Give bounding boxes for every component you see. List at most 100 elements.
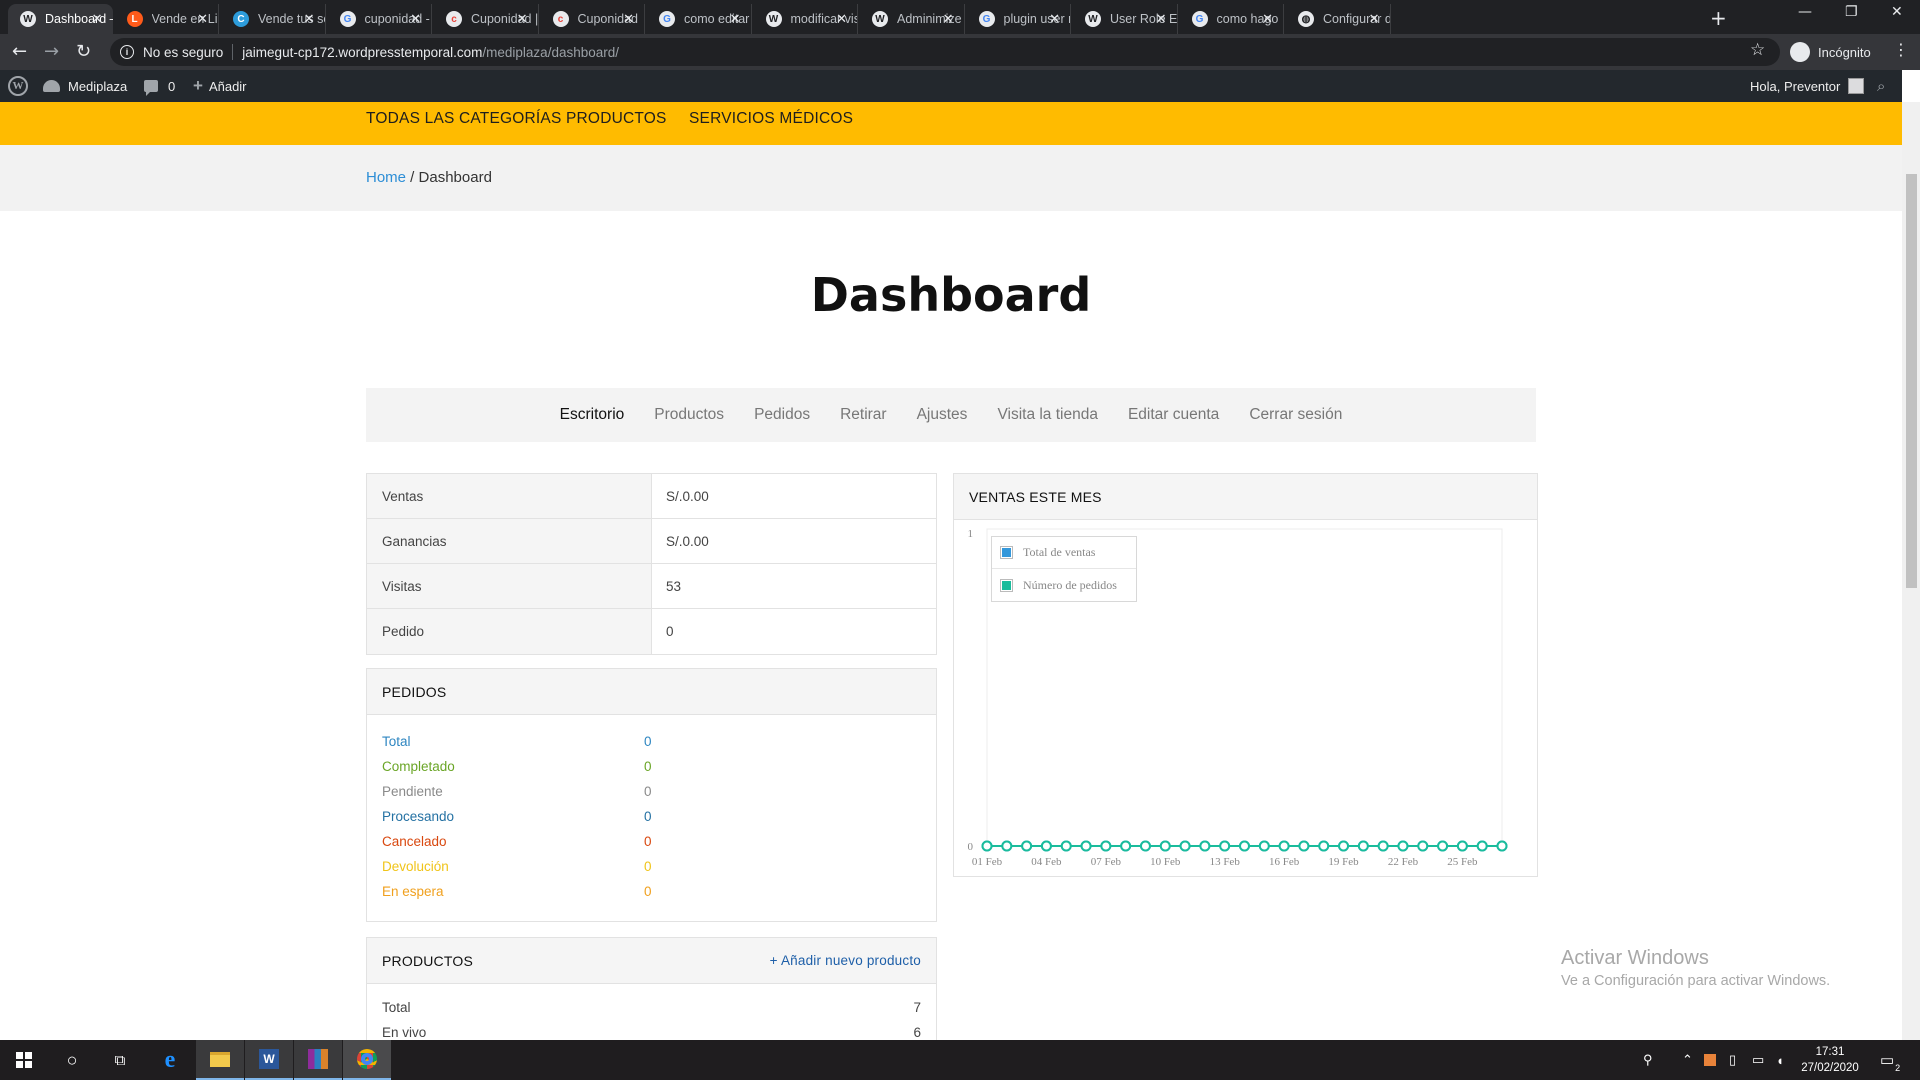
search-circle-icon[interactable]: ○	[48, 1040, 96, 1080]
browser-tab[interactable]: Wmodificar vis ✕	[754, 4, 858, 34]
browser-tab[interactable]: W User Role Ed✕	[1073, 4, 1178, 34]
browser-tab[interactable]: L Vende en Lin ✕	[115, 4, 219, 34]
data-point	[1139, 840, 1151, 852]
order-status-row[interactable]: Procesando 0	[367, 804, 936, 829]
new-tab-button[interactable]: +	[1710, 6, 1727, 30]
nav-all-categories[interactable]: TODAS LAS CATEGORÍAS	[366, 110, 562, 128]
tab-close-icon[interactable]: ✕	[1156, 11, 1167, 27]
tab-close-icon[interactable]: ✕	[92, 11, 103, 27]
edge-icon[interactable]: e	[146, 1040, 194, 1080]
tab-close-icon[interactable]: ✕	[517, 11, 528, 27]
notifications-count: 2	[1895, 1063, 1901, 1073]
word-icon[interactable]: W	[245, 1040, 293, 1080]
order-status-label[interactable]: Cancelado	[382, 834, 644, 849]
nav-medical-services[interactable]: SERVICIOS MÉDICOS	[689, 110, 853, 128]
browser-tab[interactable]: W Dashboard – ✕	[8, 4, 113, 34]
minimize-button[interactable]: —	[1798, 4, 1812, 20]
menu-editar-cuenta[interactable]: Editar cuenta	[1128, 406, 1219, 424]
menu-cerrar-sesion[interactable]: Cerrar sesión	[1249, 406, 1342, 424]
window-close-button[interactable]: ✕	[1891, 4, 1903, 20]
scrollbar-thumb[interactable]	[1906, 174, 1917, 588]
browser-tab[interactable]: Gplugin user r ✕	[967, 4, 1071, 34]
notifications-icon[interactable]: ▭ 2	[1880, 1040, 1900, 1080]
network-icon[interactable]: ▭	[1752, 1040, 1764, 1080]
chrome-taskbar-icon[interactable]	[343, 1040, 391, 1080]
incognito-profile[interactable]: Incógnito	[1790, 42, 1871, 62]
my-account-menu[interactable]: Hola, Preventor	[1750, 70, 1865, 102]
tray-chevron-icon[interactable]: ⌃	[1682, 1040, 1693, 1080]
browser-tab[interactable]: Gcomo hago ✕	[1180, 4, 1284, 34]
browser-tab[interactable]: ◍ Configurar d ✕	[1286, 4, 1391, 34]
comments-link[interactable]: 0	[144, 70, 175, 102]
browser-tab[interactable]: c Cuponidad | ✕	[434, 4, 539, 34]
order-status-row[interactable]: Completado 0	[367, 754, 936, 779]
legend-item[interactable]: Total de ventas	[992, 537, 1136, 569]
start-button[interactable]	[0, 1040, 48, 1080]
volume-icon[interactable]: ◖	[1776, 1040, 1784, 1080]
forward-arrow-icon[interactable]: →	[44, 41, 59, 62]
usb-icon[interactable]: ▯	[1729, 1040, 1736, 1080]
back-arrow-icon[interactable]: ←	[12, 41, 27, 62]
browser-tab[interactable]: Gcuponidad - ✕	[328, 4, 432, 34]
task-view-icon[interactable]: ⧉	[96, 1040, 144, 1080]
file-explorer-icon[interactable]	[196, 1040, 244, 1080]
menu-productos[interactable]: Productos	[654, 406, 724, 424]
tab-label: Vende tus se	[258, 12, 325, 26]
nav-products[interactable]: PRODUCTOS	[566, 110, 667, 128]
wp-logo-menu[interactable]: W	[8, 70, 28, 102]
tab-label: Vende en Lin	[151, 12, 219, 26]
menu-retirar[interactable]: Retirar	[840, 406, 887, 424]
order-status-label[interactable]: En espera	[382, 884, 644, 899]
order-status-row[interactable]: Pendiente 0	[367, 779, 936, 804]
menu-pedidos[interactable]: Pedidos	[754, 406, 810, 424]
order-status-label[interactable]: Devolución	[382, 859, 644, 874]
page-scrollbar[interactable]	[1902, 102, 1920, 1040]
admin-search[interactable]: ⌕	[1877, 70, 1885, 102]
order-status-row[interactable]: Total 0	[367, 729, 936, 754]
breadcrumb-home-link[interactable]: Home	[366, 169, 406, 186]
tab-close-icon[interactable]: ✕	[1049, 11, 1060, 27]
tab-label: Cuponidad	[577, 12, 638, 26]
tab-close-icon[interactable]: ✕	[943, 11, 954, 27]
tab-close-icon[interactable]: ✕	[730, 11, 741, 27]
reload-icon[interactable]: ↻	[76, 41, 91, 62]
menu-escritorio[interactable]: Escritorio	[560, 406, 625, 424]
order-status-row[interactable]: Cancelado 0	[367, 829, 936, 854]
tab-close-icon[interactable]: ✕	[1369, 11, 1380, 27]
tab-close-icon[interactable]: ✕	[1262, 11, 1273, 27]
browser-tab[interactable]: Gcomo editar ✕	[647, 4, 752, 34]
windows-logo-icon	[16, 1052, 32, 1068]
winrar-icon[interactable]	[294, 1040, 342, 1080]
tray-app-icon[interactable]	[1704, 1040, 1716, 1080]
security-label[interactable]: No es seguro	[143, 45, 223, 60]
people-icon[interactable]: ⚲	[1643, 1040, 1653, 1080]
tab-close-icon[interactable]: ✕	[836, 11, 847, 27]
tab-close-icon[interactable]: ✕	[197, 11, 208, 27]
tab-close-icon[interactable]: ✕	[623, 11, 634, 27]
order-status-label[interactable]: Completado	[382, 759, 644, 774]
order-status-row[interactable]: En espera 0	[367, 879, 936, 904]
order-status-row[interactable]: Devolución 0	[367, 854, 936, 879]
chrome-menu-icon[interactable]: ⋮	[1893, 40, 1909, 59]
browser-tab[interactable]: W Adminimize ✕	[860, 4, 965, 34]
plus-icon: +	[193, 76, 203, 95]
menu-ajustes[interactable]: Ajustes	[917, 406, 968, 424]
browser-tab[interactable]: c Cuponidad ✕	[541, 4, 645, 34]
taskbar-clock[interactable]: 17:31 27/02/2020	[1800, 1044, 1860, 1076]
address-bar[interactable]: i No es seguro jaimegut-cp172.wordpresst…	[110, 38, 1780, 66]
legend-item[interactable]: Número de pedidos	[992, 569, 1136, 601]
tab-close-icon[interactable]: ✕	[304, 11, 315, 27]
tab-close-icon[interactable]: ✕	[410, 11, 421, 27]
order-status-label[interactable]: Total	[382, 734, 644, 749]
browser-tab[interactable]: C Vende tus se ✕	[221, 4, 326, 34]
order-status-count: 0	[644, 809, 652, 824]
info-icon[interactable]: i	[120, 45, 134, 59]
restore-button[interactable]: ❐	[1845, 4, 1858, 20]
site-name-link[interactable]: Mediplaza	[43, 70, 127, 102]
add-new-menu[interactable]: + Añadir	[193, 70, 247, 102]
bookmark-star-icon[interactable]: ☆	[1750, 40, 1765, 60]
add-product-link[interactable]: + Añadir nuevo producto	[770, 953, 921, 968]
order-status-label[interactable]: Procesando	[382, 809, 644, 824]
order-status-label[interactable]: Pendiente	[382, 784, 644, 799]
menu-visita-tienda[interactable]: Visita la tienda	[997, 406, 1098, 424]
